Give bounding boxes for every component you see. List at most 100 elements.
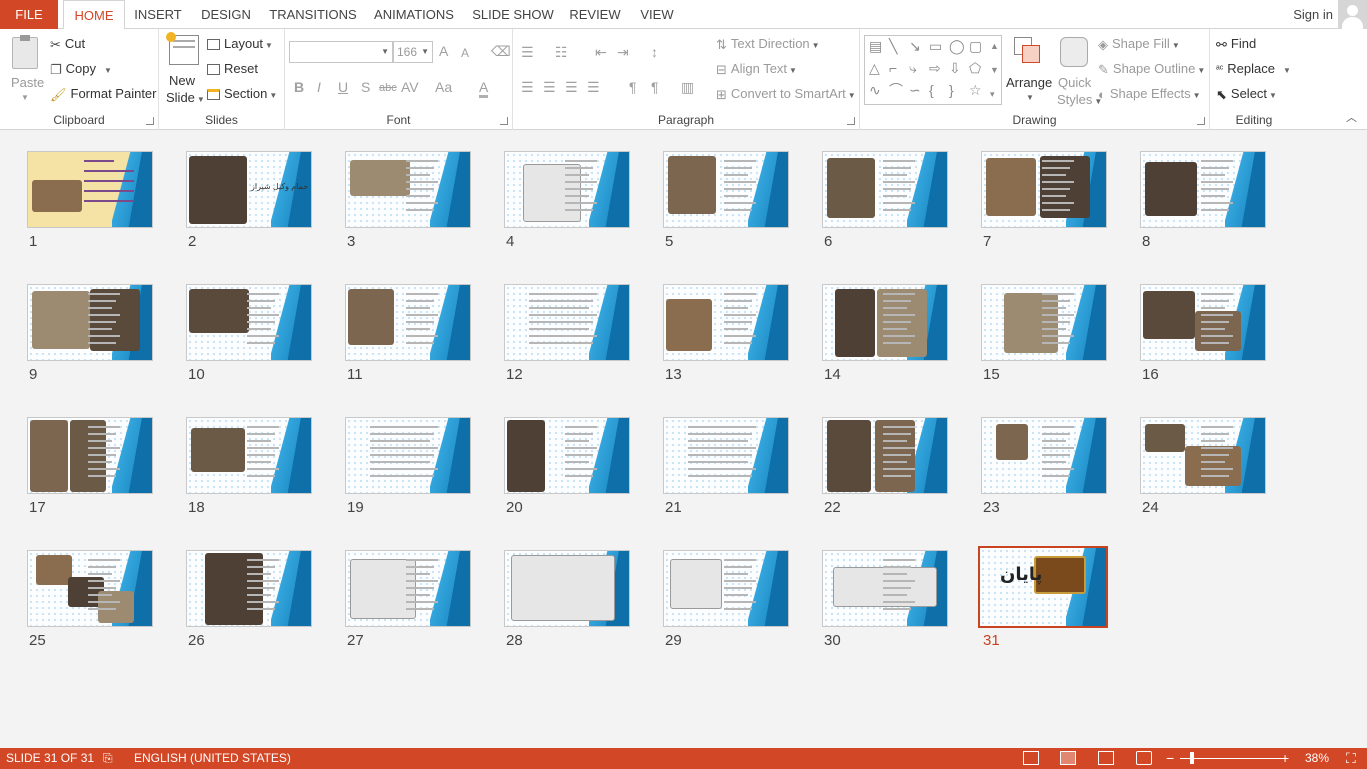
align-left-icon[interactable]: ☰ [521, 79, 534, 95]
slide-preview[interactable] [1140, 417, 1266, 494]
underline-button[interactable]: U [338, 79, 348, 95]
convert-smartart-button[interactable]: ⊞ Convert to SmartArt ▼ [716, 85, 856, 105]
slide-preview[interactable] [345, 284, 471, 361]
left-brace-shape-icon[interactable]: { [929, 83, 934, 97]
slide-thumbnail-item[interactable]: 29 [663, 530, 789, 649]
slide-thumbnail-item[interactable]: 25 [27, 530, 153, 649]
arc-shape-icon[interactable]: ⌒ [889, 83, 903, 97]
down-arrow-shape-icon[interactable]: ⇩ [949, 61, 961, 75]
gallery-more-icon[interactable]: ▾ [990, 87, 995, 101]
slide-preview[interactable] [27, 550, 153, 627]
tab-insert[interactable]: INSERT [132, 0, 184, 29]
slide-thumbnail-item[interactable]: پایان 31 [978, 530, 1108, 649]
normal-view-icon[interactable] [1023, 751, 1039, 765]
zoom-slider[interactable] [1180, 758, 1285, 759]
slide-preview[interactable] [663, 550, 789, 627]
shape-outline-button[interactable]: ✎ Shape Outline ▼ [1098, 60, 1205, 80]
slide-thumbnail-item[interactable]: حمام وکیل شیراز 2 [186, 131, 312, 250]
drawing-launcher-icon[interactable] [1197, 117, 1205, 125]
line-spacing-icon[interactable]: ↕ [651, 44, 658, 60]
font-name-dropdown[interactable]: ▼ [289, 41, 393, 63]
tab-transitions[interactable]: TRANSITIONS [268, 0, 358, 29]
slide-thumbnail-item[interactable]: 18 [186, 397, 312, 516]
tab-view[interactable]: VIEW [634, 0, 680, 29]
slide-preview[interactable] [345, 417, 471, 494]
slide-preview[interactable] [663, 284, 789, 361]
select-button[interactable]: ⬉ Select ▼ [1216, 85, 1277, 105]
slide-preview[interactable] [27, 417, 153, 494]
arrange-button[interactable]: Arrange ▼ [1006, 35, 1052, 107]
pentagon-shape-icon[interactable]: ⬠ [969, 61, 981, 75]
slide-preview[interactable]: حمام وکیل شیراز [186, 151, 312, 228]
slide-preview[interactable] [27, 151, 153, 228]
italic-button[interactable]: I [317, 79, 321, 95]
font-launcher-icon[interactable] [500, 117, 508, 125]
slide-preview[interactable] [504, 284, 630, 361]
font-color-button[interactable]: A [479, 79, 489, 98]
slide-thumbnail-item[interactable]: 19 [345, 397, 471, 516]
slide-preview[interactable] [345, 550, 471, 627]
numbering-icon[interactable]: ☷ [555, 44, 568, 60]
tab-animations[interactable]: ANIMATIONS [370, 0, 458, 29]
triangle-shape-icon[interactable]: △ [869, 61, 880, 75]
slide-thumbnail-item[interactable]: 27 [345, 530, 471, 649]
bold-button[interactable]: B [294, 79, 304, 95]
strikethrough-button[interactable]: abc [379, 80, 397, 96]
slide-preview[interactable] [504, 417, 630, 494]
oval-shape-icon[interactable]: ◯ [949, 39, 965, 53]
slide-thumbnail-item[interactable]: 5 [663, 131, 789, 250]
slide-preview[interactable] [1140, 284, 1266, 361]
slide-thumbnail-item[interactable]: 13 [663, 264, 789, 383]
tab-file[interactable]: FILE [0, 0, 58, 29]
slide-preview[interactable] [27, 284, 153, 361]
align-text-button[interactable]: ⊟ Align Text ▼ [716, 60, 797, 80]
font-size-dropdown[interactable]: 166 ▼ [393, 41, 433, 63]
slide-thumbnail-item[interactable]: 12 [504, 264, 630, 383]
slide-preview[interactable] [186, 417, 312, 494]
slide-preview[interactable] [345, 151, 471, 228]
fit-slide-icon[interactable]: ⛶ [1346, 748, 1356, 769]
tab-slide-show[interactable]: SLIDE SHOW [470, 0, 556, 29]
slide-thumbnail-item[interactable]: 22 [822, 397, 948, 516]
find-button[interactable]: ⚯ Find [1216, 35, 1256, 54]
align-right-icon[interactable]: ☰ [565, 79, 578, 95]
language-indicator[interactable]: ENGLISH (UNITED STATES) [134, 748, 291, 769]
columns-icon[interactable]: ▥ [681, 79, 694, 95]
ltr-direction-icon[interactable]: ¶ [629, 79, 637, 95]
slide-preview[interactable] [981, 284, 1107, 361]
slide-thumbnail-item[interactable]: 24 [1140, 397, 1266, 516]
gallery-scroll-down-icon[interactable]: ▼ [990, 63, 999, 77]
slide-thumbnail-item[interactable]: 9 [27, 264, 153, 383]
star-shape-icon[interactable]: ☆ [969, 83, 982, 97]
slide-thumbnail-item[interactable]: 1 [27, 131, 153, 250]
right-brace-shape-icon[interactable]: } [949, 83, 954, 97]
gallery-scroll-up-icon[interactable]: ▲ [990, 39, 999, 53]
text-shadow-button[interactable]: S [361, 79, 370, 95]
layout-button[interactable]: Layout ▼ [207, 35, 273, 55]
clipboard-launcher-icon[interactable] [146, 117, 154, 125]
slide-thumbnail-item[interactable]: 7 [981, 131, 1107, 250]
zoom-in-icon[interactable]: + [1281, 748, 1289, 769]
zoom-out-icon[interactable]: − [1166, 748, 1174, 769]
rounded-rect-shape-icon[interactable]: ▢ [969, 39, 982, 53]
slide-thumbnail-item[interactable]: 14 [822, 264, 948, 383]
slide-thumbnail-item[interactable]: 30 [822, 530, 948, 649]
slide-thumbnail-item[interactable]: 21 [663, 397, 789, 516]
zoom-level[interactable]: 38% [1305, 748, 1329, 769]
elbow-connector-shape-icon[interactable]: ⌐ [889, 61, 897, 75]
bullets-icon[interactable]: ☰ [521, 44, 534, 60]
slide-thumbnail-item[interactable]: 26 [186, 530, 312, 649]
replace-button[interactable]: ᵃᶜ Replace ▼ [1216, 60, 1291, 80]
slide-sorter-view-icon[interactable] [1060, 751, 1076, 765]
align-center-icon[interactable]: ☰ [543, 79, 556, 95]
slide-thumbnail-item[interactable]: 16 [1140, 264, 1266, 383]
sign-in-link[interactable]: Sign in [1293, 0, 1333, 29]
justify-icon[interactable]: ☰ [587, 79, 600, 95]
slide-preview[interactable] [186, 550, 312, 627]
slide-thumbnail-item[interactable]: 3 [345, 131, 471, 250]
user-avatar-icon[interactable] [1338, 0, 1367, 29]
section-button[interactable]: Section ▼ [207, 85, 277, 105]
slide-preview[interactable] [1140, 151, 1266, 228]
slide-thumbnail-item[interactable]: 6 [822, 131, 948, 250]
right-arrow-shape-icon[interactable]: ⇨ [929, 61, 941, 75]
